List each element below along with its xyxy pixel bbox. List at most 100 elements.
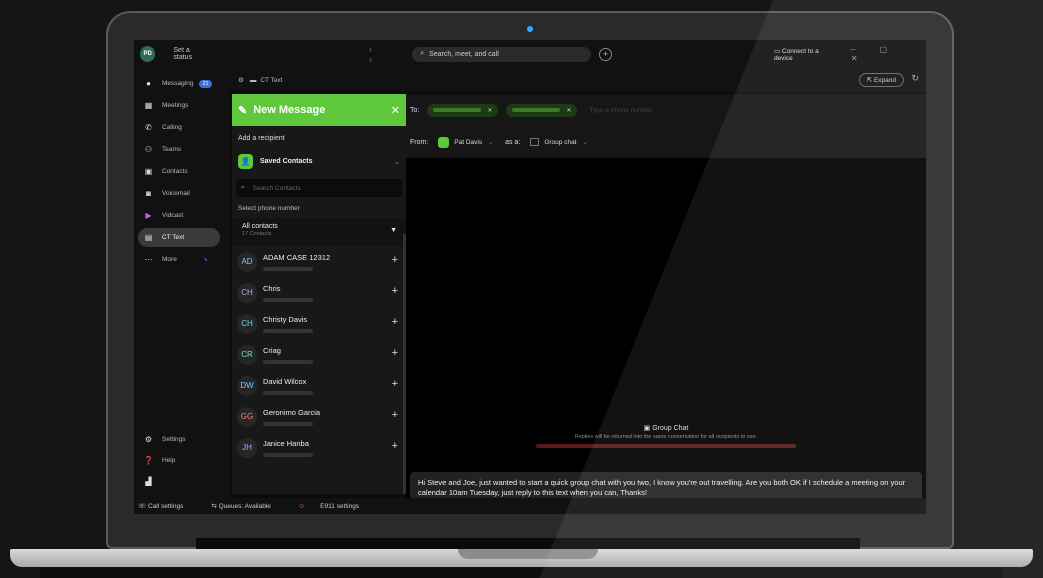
queues-button[interactable]: ⇆ Queues: Available <box>211 502 285 510</box>
call-settings-label: Call settings <box>147 503 184 510</box>
info-warning <box>536 444 796 448</box>
search-icon: ⌕ <box>420 50 425 57</box>
contact-row[interactable]: AD ADAM CASE 12312 + <box>232 246 406 277</box>
connect-device-button[interactable]: ▭ Connect to a device <box>774 47 837 62</box>
add-contact-icon[interactable]: + <box>392 254 398 266</box>
redacted-number <box>512 108 561 112</box>
contact-row[interactable]: CR Criag + <box>232 339 406 370</box>
contact-row[interactable]: JH Janice Hanba + <box>232 432 406 463</box>
back-forward-icon[interactable]: ‹ › <box>369 44 400 64</box>
gear-icon: ⚙ <box>144 435 153 444</box>
e911-settings-button[interactable]: ⊙ E911 settings <box>299 502 373 510</box>
more-dots-icon: ⋯ <box>144 255 153 264</box>
close-icon[interactable]: ✕ <box>487 107 492 114</box>
contact-avatar: JH <box>237 437 257 458</box>
chevron-down-icon[interactable]: ⌄ <box>488 139 493 146</box>
gear-icon[interactable]: ⚙ <box>238 76 244 84</box>
add-contact-icon[interactable]: + <box>392 316 398 328</box>
compose-icon: ✎ <box>238 104 248 117</box>
redacted-number <box>263 390 313 395</box>
status-bar: ☏ Call settings ⇆ Queues: Available ⊙ E9… <box>134 498 926 514</box>
avatar[interactable]: PD <box>140 46 156 62</box>
add-contact-icon[interactable]: + <box>392 378 398 390</box>
sidebar-item-more[interactable]: ⋯ More ➘ <box>138 250 220 269</box>
vidcast-icon: ▶ <box>145 211 152 220</box>
contact-info: ADAM CASE 12312 <box>263 253 330 271</box>
search-input[interactable]: ⌕ Search, meet, and call <box>412 46 592 62</box>
chevron-down-icon[interactable]: ⌄ <box>583 139 588 146</box>
set-status-link[interactable]: Set a status <box>173 47 209 61</box>
bar-chart-icon: ▟ <box>145 477 152 486</box>
all-contacts-dropdown[interactable]: All contacts 17 Contacts ▼ <box>232 218 406 246</box>
contact-row[interactable]: CH Christy Davis + <box>232 308 406 339</box>
contact-row[interactable]: CH Chris + <box>232 277 406 308</box>
contact-info: Criag <box>263 346 313 364</box>
sidebar-item-contacts[interactable]: ▣ Contacts <box>138 162 220 181</box>
calendar-icon: ▦ <box>144 101 153 110</box>
recipient-chip[interactable]: ✕ <box>427 103 499 117</box>
search-contacts-input[interactable]: ⌕ Search Contacts <box>236 179 402 197</box>
add-contact-icon[interactable]: + <box>392 440 398 452</box>
sidebar-item-label: Messaging <box>162 80 194 87</box>
contact-info: David Wilcox <box>263 377 313 395</box>
contact-name: Geronimo Garcia <box>263 407 321 417</box>
to-row: To: ✕ ✕ Type a phone number <box>406 94 926 126</box>
app-header: ⚙ ▬ CT Text ⇱ Expand ↻ <box>230 68 926 92</box>
add-contact-icon[interactable]: + <box>392 285 398 297</box>
contact-info: Christy Davis <box>263 315 313 333</box>
contact-info: Geronimo Garcia <box>263 408 320 426</box>
add-recipient-label: Add a recipient <box>238 135 285 142</box>
window-controls[interactable]: – ▢ ✕ <box>851 45 926 63</box>
search-placeholder: Search, meet, and call <box>429 50 499 58</box>
add-contact-icon[interactable]: + <box>392 347 398 359</box>
call-settings-button[interactable]: ☏ Call settings <box>138 502 197 510</box>
redacted-number <box>263 297 313 302</box>
sidebar-item-voicemail[interactable]: ◙ Voicemail <box>138 184 220 203</box>
contact-info: Chris <box>263 284 313 302</box>
ct-text-icon: ▬ <box>249 76 257 84</box>
chevron-down-icon: ⌄ <box>394 158 400 166</box>
sidebar-item-label: Calling <box>162 124 182 131</box>
saved-contacts-dropdown[interactable]: 👤 Saved Contacts ⌄ <box>232 150 406 173</box>
to-label: To: <box>410 106 420 114</box>
contact-avatar: AD <box>237 251 257 272</box>
all-contacts-label: All contacts <box>242 223 278 230</box>
contact-row[interactable]: GG Geronimo Garcia + <box>232 401 406 432</box>
contact-row[interactable]: DW David Wilcox + <box>232 370 406 401</box>
page-title: CT Text <box>260 76 283 84</box>
from-select[interactable]: Pat Davis <box>454 139 482 146</box>
sidebar-item-messaging[interactable]: ● Messaging 21 <box>138 74 220 93</box>
help-icon: ❓ <box>143 456 154 465</box>
laptop-scene: PD Set a status ‹ › ⌕ Search, meet, and … <box>0 0 1043 578</box>
contact-name: ADAM CASE 12312 <box>263 252 331 262</box>
phone-icon: ✆ <box>145 123 152 132</box>
sidebar-item-settings[interactable]: ⚙ Settings <box>138 430 220 449</box>
sidebar-item-calling[interactable]: ✆ Calling <box>138 118 220 137</box>
phone-number-input[interactable]: Type a phone number <box>589 107 652 114</box>
recipient-chip[interactable]: ✕ <box>506 103 578 117</box>
chat-bubble-icon: ● <box>146 79 151 88</box>
expand-button[interactable]: ⇱ Expand <box>858 73 904 87</box>
contacts-icon: ▣ <box>144 167 153 176</box>
from-row: From: Pat Davis ⌄ as a: Group chat ⌄ <box>406 126 926 158</box>
sidebar-item-label: Vidcast <box>162 212 184 219</box>
close-icon[interactable]: ✕ <box>566 107 571 114</box>
sidebar-item-meetings[interactable]: ▦ Meetings <box>138 96 220 115</box>
add-contact-icon[interactable]: + <box>392 409 398 421</box>
history-icon[interactable]: ↻ <box>911 73 919 84</box>
contact-name: Christy Davis <box>263 314 308 324</box>
sidebar-item-teams[interactable]: ⚇ Teams <box>138 140 220 159</box>
as-select[interactable]: Group chat <box>544 139 576 146</box>
camera-dot <box>527 26 533 32</box>
teams-icon: ⚇ <box>144 145 153 154</box>
expand-label: Expand <box>873 77 896 84</box>
close-icon[interactable]: ✕ <box>391 104 400 117</box>
group-chat-info: ▣ Group Chat Replies will be returned in… <box>486 424 846 448</box>
sidebar-item-vidcast[interactable]: ▶ Vidcast <box>138 206 220 225</box>
sidebar-item-analytics[interactable]: ▟ <box>138 472 220 491</box>
group-chat-icon: ▣ <box>643 425 653 432</box>
contact-avatar: CH <box>237 282 257 303</box>
new-action-button[interactable]: + <box>599 47 612 61</box>
sidebar-item-ct-text[interactable]: ▤ CT Text <box>138 228 220 247</box>
sidebar-item-help[interactable]: ❓ Help <box>138 451 220 470</box>
